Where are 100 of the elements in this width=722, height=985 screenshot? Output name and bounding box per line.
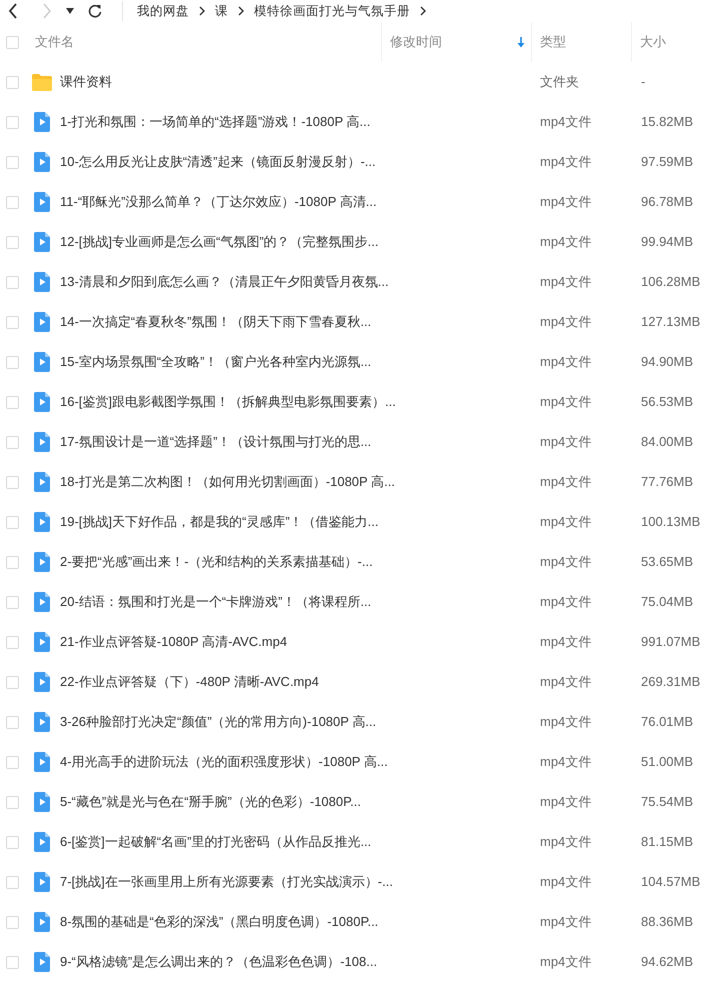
video-file-icon bbox=[34, 312, 50, 332]
file-name[interactable]: 8-氛围的基础是“色彩的深浅”（黑白明度色调）-1080P... bbox=[60, 912, 378, 932]
file-size: 77.76MB bbox=[641, 474, 694, 490]
dropdown-caret-icon[interactable] bbox=[66, 8, 74, 14]
checkbox[interactable] bbox=[6, 716, 19, 728]
checkbox[interactable] bbox=[6, 876, 19, 888]
file-name[interactable]: 6-[鉴赏]一起破解“名画”里的打光密码（从作品反推光... bbox=[60, 832, 372, 852]
file-size: 97.59MB bbox=[641, 154, 694, 170]
file-name[interactable]: 11-“耶稣光”没那么简单？（丁达尔效应）-1080P 高清... bbox=[60, 192, 377, 212]
file-name[interactable]: 22-作业点评答疑（下）-480P 清晰-AVC.mp4 bbox=[60, 672, 319, 692]
file-name[interactable]: 17-氛围设计是一道“选择题”！（设计氛围与打光的思... bbox=[60, 432, 372, 452]
folder-icon bbox=[32, 74, 52, 90]
file-name[interactable]: 13-清晨和夕阳到底怎么画？（清晨正午夕阳黄昏月夜氛... bbox=[60, 272, 389, 292]
video-file-icon bbox=[34, 792, 50, 812]
file-type: mp4文件 bbox=[540, 514, 592, 530]
file-name[interactable]: 3-26种脸部打光决定“颜值”（光的常用方向)-1080P 高... bbox=[60, 712, 376, 732]
checkbox[interactable] bbox=[6, 596, 19, 608]
video-file-icon bbox=[34, 152, 50, 172]
file-size: 127.13MB bbox=[641, 314, 700, 330]
file-type: mp4文件 bbox=[540, 194, 592, 210]
checkbox[interactable] bbox=[6, 476, 19, 488]
file-type: mp4文件 bbox=[540, 834, 592, 850]
checkbox[interactable] bbox=[6, 556, 19, 568]
checkbox[interactable] bbox=[6, 636, 19, 648]
sort-down-arrow-icon[interactable] bbox=[517, 36, 525, 48]
file-type: mp4文件 bbox=[540, 794, 592, 810]
checkbox[interactable] bbox=[6, 116, 19, 128]
file-type: mp4文件 bbox=[540, 914, 592, 930]
file-size: 96.78MB bbox=[641, 194, 694, 210]
file-size: 56.53MB bbox=[641, 394, 694, 410]
file-name[interactable]: 5-“藏色”就是光与色在“掰手腕”（光的色彩）-1080P... bbox=[60, 792, 361, 812]
refresh-icon[interactable] bbox=[88, 4, 102, 18]
checkbox[interactable] bbox=[6, 516, 19, 528]
video-file-icon bbox=[34, 392, 50, 412]
file-size: 88.36MB bbox=[641, 914, 694, 930]
file-size: 991.07MB bbox=[641, 634, 700, 650]
column-header[interactable]: 大小 bbox=[640, 32, 666, 52]
file-name[interactable]: 课件资料 bbox=[60, 72, 112, 92]
file-size: 53.65MB bbox=[641, 554, 694, 570]
video-file-icon bbox=[34, 872, 50, 892]
file-name[interactable]: 20-结语：氛围和打光是一个“卡牌游戏”！（将课程所... bbox=[60, 592, 372, 612]
breadcrumb-link[interactable]: 模特徐画面打光与气氛手册 bbox=[254, 2, 410, 20]
breadcrumb-link[interactable]: 我的网盘 bbox=[137, 2, 189, 20]
video-file-icon bbox=[34, 232, 50, 252]
checkbox[interactable] bbox=[6, 436, 19, 448]
file-name[interactable]: 1-打光和氛围：一场简单的“选择题”游戏！-1080P 高... bbox=[60, 112, 370, 132]
checkbox[interactable] bbox=[6, 676, 19, 688]
video-file-icon bbox=[34, 112, 50, 132]
file-name[interactable]: 16-[鉴赏]跟电影截图学氛围！（拆解典型电影氛围要素）... bbox=[60, 392, 396, 412]
file-type: 文件夹 bbox=[540, 74, 579, 90]
checkbox[interactable] bbox=[6, 796, 19, 808]
file-size: 15.82MB bbox=[641, 114, 694, 130]
video-file-icon bbox=[34, 472, 50, 492]
column-header[interactable]: 类型 bbox=[540, 32, 566, 52]
checkbox[interactable] bbox=[6, 276, 19, 288]
file-name[interactable]: 9-“风格滤镜”是怎么调出来的？（色温彩色色调）-108... bbox=[60, 952, 378, 972]
checkbox[interactable] bbox=[6, 956, 19, 968]
checkbox[interactable] bbox=[6, 196, 19, 208]
file-size: 94.62MB bbox=[641, 954, 694, 970]
file-name[interactable]: 10-怎么用反光让皮肤“清透”起来（镜面反射漫反射）-... bbox=[60, 152, 376, 172]
checkbox[interactable] bbox=[6, 836, 19, 848]
file-size: 51.00MB bbox=[641, 754, 694, 770]
file-type: mp4文件 bbox=[540, 314, 592, 330]
file-name[interactable]: 12-[挑战]专业画师是怎么画“气氛图”的？（完整氛围步... bbox=[60, 232, 379, 252]
file-name[interactable]: 4-用光高手的进阶玩法（光的面积强度形状）-1080P 高... bbox=[60, 752, 388, 772]
file-name[interactable]: 7-[挑战]在一张画里用上所有光源要素（打光实战演示）-... bbox=[60, 872, 393, 892]
file-size: 84.00MB bbox=[641, 434, 694, 450]
checkbox[interactable] bbox=[6, 756, 19, 768]
video-file-icon bbox=[34, 632, 50, 652]
file-type: mp4文件 bbox=[540, 114, 592, 130]
video-file-icon bbox=[34, 912, 50, 932]
file-name[interactable]: 2-要把“光感”画出来！-（光和结构的关系素描基础）-... bbox=[60, 552, 373, 572]
file-size: 94.90MB bbox=[641, 354, 694, 370]
checkbox[interactable] bbox=[6, 356, 19, 368]
video-file-icon bbox=[34, 592, 50, 612]
checkbox[interactable] bbox=[6, 396, 19, 408]
checkbox[interactable] bbox=[6, 316, 19, 328]
file-size: 100.13MB bbox=[641, 514, 700, 530]
chevron-right-icon bbox=[420, 6, 426, 16]
column-header[interactable]: 文件名 bbox=[35, 32, 74, 52]
file-type: mp4文件 bbox=[540, 674, 592, 690]
select-all-checkbox[interactable] bbox=[6, 36, 19, 48]
checkbox[interactable] bbox=[6, 156, 19, 168]
breadcrumb-link[interactable]: 课 bbox=[215, 2, 228, 20]
file-name[interactable]: 19-[挑战]天下好作品，都是我的“灵感库”！（借鉴能力... bbox=[60, 512, 379, 532]
file-name[interactable]: 21-作业点评答疑-1080P 高清-AVC.mp4 bbox=[60, 632, 288, 652]
file-name[interactable]: 18-打光是第二次构图！（如何用光切割画面）-1080P 高... bbox=[60, 472, 395, 492]
video-file-icon bbox=[34, 952, 50, 972]
checkbox[interactable] bbox=[6, 236, 19, 248]
checkbox[interactable] bbox=[6, 916, 19, 928]
video-file-icon bbox=[34, 432, 50, 452]
file-name[interactable]: 15-室内场景氛围“全攻略”！（窗户光各种室内光源氛... bbox=[60, 352, 372, 372]
checkbox[interactable] bbox=[6, 76, 19, 88]
column-header[interactable]: 修改时间 bbox=[390, 32, 442, 52]
file-size: 99.94MB bbox=[641, 234, 694, 250]
file-name[interactable]: 14-一次搞定“春夏秋冬”氛围！（阴天下雨下雪春夏秋... bbox=[60, 312, 372, 332]
chevron-right-icon bbox=[199, 6, 205, 16]
file-type: mp4文件 bbox=[540, 154, 592, 170]
file-size: 106.28MB bbox=[641, 274, 700, 290]
file-type: mp4文件 bbox=[540, 554, 592, 570]
